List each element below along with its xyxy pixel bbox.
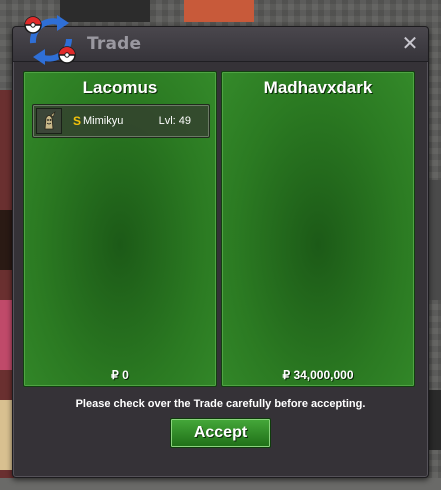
trade-window: Trade ✕ Lacomus S Mimikyu Lvl: 49 ₽ 0 Ma… <box>12 15 429 478</box>
left-player-name: Lacomus <box>82 78 158 97</box>
window-title: Trade <box>87 34 142 54</box>
right-money: ₽ 34,000,000 <box>282 368 354 382</box>
item-level: Lvl: 49 <box>158 115 191 127</box>
right-player-name: Madhavxdark <box>263 78 373 97</box>
shiny-marker: S <box>73 114 82 128</box>
trade-notice: Please check over the Trade carefully be… <box>75 398 366 410</box>
right-trade-panel: Madhavxdark ₽ 34,000,000 <box>221 71 415 387</box>
trade-item-mimikyu[interactable]: S Mimikyu Lvl: 49 <box>32 104 210 138</box>
left-trade-panel: Lacomus S Mimikyu Lvl: 49 ₽ 0 <box>23 71 217 387</box>
trade-swap-icon <box>24 15 76 65</box>
bg-bottom <box>0 478 441 490</box>
mimikyu-sprite-icon <box>36 108 62 134</box>
bg-top-flowers <box>184 0 254 22</box>
item-name: Mimikyu <box>83 115 124 127</box>
accept-button[interactable]: Accept <box>170 418 271 448</box>
close-icon[interactable]: ✕ <box>400 33 420 53</box>
left-money: ₽ 0 <box>111 368 129 382</box>
bg-right-strip <box>428 180 441 300</box>
bg-right-strip-2 <box>428 390 441 450</box>
